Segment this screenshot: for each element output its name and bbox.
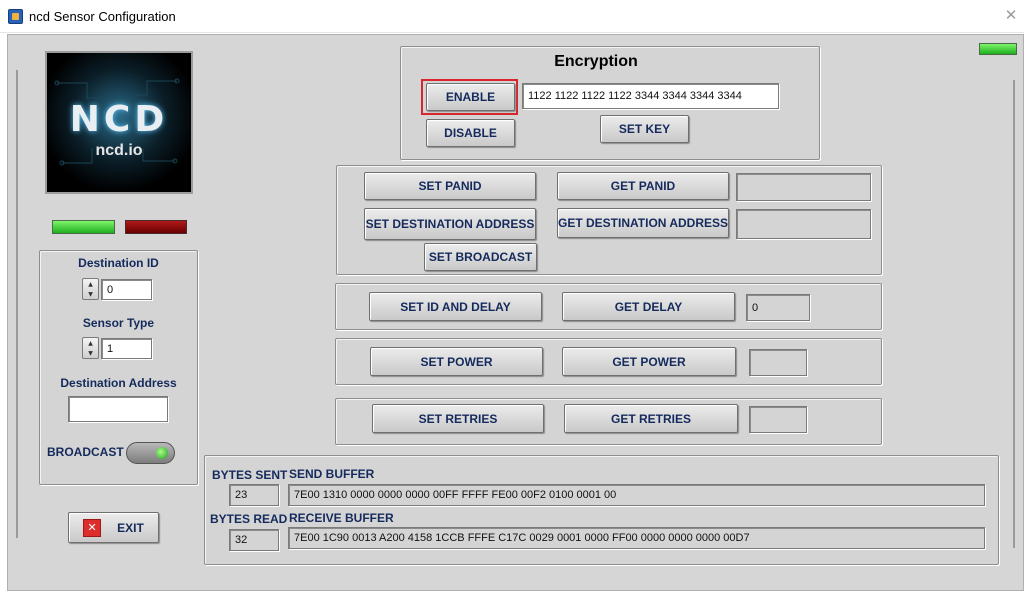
get-delay-button[interactable]: GET DELAY — [562, 292, 735, 321]
broadcast-label: BROADCAST — [47, 445, 124, 459]
get-destination-address-button[interactable]: GET DESTINATION ADDRESS — [557, 208, 729, 238]
receive-buffer-output: 7E00 1C90 0013 A200 4158 1CCB FFFE C17C … — [288, 527, 985, 549]
get-panid-button[interactable]: GET PANID — [557, 172, 729, 200]
send-buffer-label: SEND BUFFER — [289, 467, 375, 481]
disable-button[interactable]: DISABLE — [426, 119, 515, 147]
destination-address-output — [736, 209, 871, 239]
exit-x-icon: ✕ — [83, 518, 102, 537]
set-retries-button[interactable]: SET RETRIES — [372, 404, 544, 433]
ncd-logo: NCD ncd.io — [45, 51, 193, 194]
logo-subtitle: ncd.io — [95, 142, 143, 159]
bytes-read-output: 32 — [229, 529, 279, 551]
set-key-button[interactable]: SET KEY — [600, 115, 689, 143]
retries-output — [749, 406, 807, 433]
close-icon[interactable]: ✕ — [1000, 4, 1022, 26]
panid-output — [736, 173, 871, 201]
sensor-type-label: Sensor Type — [82, 316, 155, 330]
encryption-key-input[interactable]: 1122 1122 1122 1122 3344 3344 3344 3344 — [522, 83, 779, 109]
status-indicator-green — [52, 220, 115, 234]
broadcast-toggle[interactable] — [126, 442, 175, 464]
power-output — [749, 349, 807, 376]
spinner-up-icon[interactable]: ▲ — [83, 280, 98, 290]
delay-output: 0 — [746, 294, 810, 321]
bytes-sent-label: BYTES SENT — [212, 468, 288, 482]
destination-address-label: Destination Address — [60, 376, 177, 390]
destination-id-spinner[interactable]: ▲ ▼ — [82, 278, 99, 300]
set-broadcast-button[interactable]: SET BROADCAST — [424, 243, 537, 271]
bytes-read-label: BYTES READ — [210, 512, 288, 526]
logo-mark: NCD — [69, 99, 169, 140]
set-destination-address-button[interactable]: SET DESTINATION ADDRESS — [364, 208, 536, 240]
exit-button-label: EXIT — [117, 520, 144, 535]
encryption-title: Encryption — [554, 53, 638, 70]
toggle-switch-icon — [156, 447, 168, 459]
spinner-up-icon[interactable]: ▲ — [83, 339, 98, 349]
enable-button[interactable]: ENABLE — [426, 83, 515, 111]
send-buffer-output: 7E00 1310 0000 0000 0000 00FF FFFF FE00 … — [288, 484, 985, 506]
exit-button[interactable]: ✕ EXIT — [68, 512, 159, 543]
window-title: ncd Sensor Configuration — [29, 9, 176, 24]
destination-address-input[interactable] — [68, 396, 168, 422]
set-panid-button[interactable]: SET PANID — [364, 172, 536, 200]
set-id-and-delay-button[interactable]: SET ID AND DELAY — [369, 292, 542, 321]
receive-buffer-label: RECEIVE BUFFER — [289, 511, 394, 525]
sensor-type-spinner[interactable]: ▲ ▼ — [82, 337, 99, 359]
left-scrollbar[interactable] — [16, 70, 18, 538]
set-power-button[interactable]: SET POWER — [370, 347, 543, 376]
bytes-sent-output: 23 — [229, 484, 279, 506]
get-power-button[interactable]: GET POWER — [562, 347, 736, 376]
spinner-down-icon[interactable]: ▼ — [83, 290, 98, 300]
sensor-type-input[interactable]: 1 — [101, 338, 152, 359]
destination-id-label: Destination ID — [78, 256, 159, 270]
spinner-down-icon[interactable]: ▼ — [83, 349, 98, 359]
app-icon — [8, 9, 23, 24]
status-indicator-red — [125, 220, 187, 234]
status-indicator-top-right — [979, 43, 1017, 55]
destination-id-input[interactable]: 0 — [101, 279, 152, 300]
right-scrollbar[interactable] — [1013, 80, 1015, 548]
get-retries-button[interactable]: GET RETRIES — [564, 404, 738, 433]
